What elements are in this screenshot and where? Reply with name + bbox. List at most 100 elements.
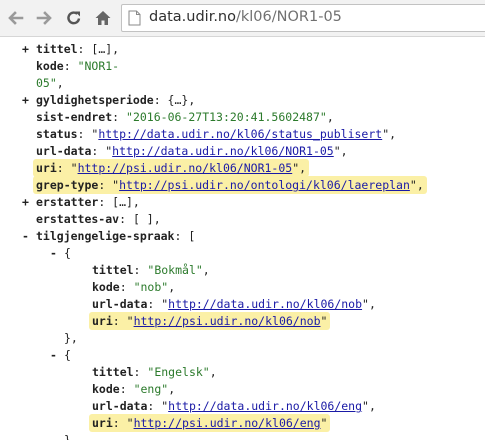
json-punct: : {…}, bbox=[153, 93, 196, 107]
json-key: url-data bbox=[92, 399, 148, 413]
json-key: sist-endret bbox=[36, 110, 113, 124]
json-line-text: tittel: "Engelsk", bbox=[92, 364, 217, 381]
json-punct: : bbox=[112, 110, 127, 124]
expand-toggle[interactable]: + bbox=[22, 92, 29, 109]
back-arrow-icon bbox=[8, 11, 24, 25]
json-line-text: kode: "eng", bbox=[92, 381, 175, 398]
collapse-toggle[interactable]: - bbox=[22, 228, 29, 245]
json-key: uri bbox=[92, 416, 113, 430]
json-punct: ", bbox=[362, 399, 376, 413]
address-bar[interactable]: data.udir.no/kl06/NOR1-05 bbox=[121, 4, 485, 32]
json-line-text: uri: "http://psi.udir.no/kl06/NOR1-05", bbox=[36, 160, 306, 177]
json-punct: : " bbox=[91, 144, 113, 158]
json-string: "eng" bbox=[133, 382, 169, 396]
json-string: "NOR1- bbox=[77, 59, 120, 73]
forward-button[interactable] bbox=[32, 5, 56, 31]
expand-toggle[interactable]: + bbox=[22, 41, 29, 58]
json-punct: , bbox=[168, 382, 176, 396]
json-punct: }, bbox=[64, 331, 78, 345]
json-punct: , bbox=[168, 280, 176, 294]
json-string: "nob" bbox=[133, 280, 169, 294]
collapse-toggle[interactable]: - bbox=[50, 245, 57, 262]
json-link[interactable]: http://psi.udir.no/kl06/NOR1-05 bbox=[78, 161, 293, 175]
json-link[interactable]: http://data.udir.no/kl06/nob bbox=[168, 297, 362, 311]
reload-button[interactable] bbox=[62, 5, 86, 31]
json-punct: { bbox=[64, 246, 71, 260]
json-punct: : [ ], bbox=[119, 212, 161, 226]
json-key: kode bbox=[92, 382, 120, 396]
json-line-text: { bbox=[64, 347, 71, 364]
json-key: erstattes-av bbox=[36, 212, 120, 226]
json-punct: ", bbox=[333, 144, 348, 158]
json-line-text: uri: "http://psi.udir.no/kl06/eng" bbox=[92, 415, 327, 432]
json-link[interactable]: http://data.udir.no/kl06/eng bbox=[168, 399, 362, 413]
json-punct: " bbox=[320, 416, 328, 430]
json-string: "Bokmål" bbox=[147, 263, 203, 277]
json-punct: : […], bbox=[77, 42, 120, 56]
browser-toolbar: data.udir.no/kl06/NOR1-05 bbox=[0, 0, 485, 37]
home-button[interactable] bbox=[91, 5, 115, 31]
url-text[interactable]: data.udir.no/kl06/NOR1-05 bbox=[149, 9, 342, 25]
json-punct: : " bbox=[98, 178, 120, 192]
json-punct: : bbox=[119, 382, 134, 396]
collapse-toggle[interactable]: - bbox=[50, 347, 57, 364]
json-string: 05" bbox=[36, 76, 57, 90]
json-key: grep-type bbox=[36, 178, 99, 192]
json-punct: { bbox=[64, 348, 71, 362]
json-link[interactable]: http://psi.udir.no/kl06/eng bbox=[134, 416, 321, 430]
json-link[interactable]: http://data.udir.no/kl06/status_publiser… bbox=[98, 127, 382, 141]
json-punct: , bbox=[56, 76, 64, 90]
json-punct: : [ bbox=[174, 229, 196, 243]
json-link[interactable]: http://data.udir.no/kl06/NOR1-05 bbox=[112, 144, 334, 158]
json-key: erstatter bbox=[36, 195, 99, 209]
json-line-text: }, bbox=[64, 330, 78, 347]
json-punct: : " bbox=[56, 161, 78, 175]
json-key: tittel bbox=[36, 42, 78, 56]
json-viewer: + tittel: […], kode: "NOR1- 05", + gyldighets… bbox=[0, 37, 485, 440]
json-punct: : " bbox=[147, 297, 169, 311]
json-key: tittel bbox=[92, 263, 134, 277]
json-link[interactable]: http://psi.udir.no/ontologi/kl06/laerepl… bbox=[119, 178, 410, 192]
json-link[interactable]: http://psi.udir.no/kl06/nob bbox=[134, 314, 321, 328]
json-punct: ", bbox=[409, 178, 424, 192]
json-punct: ", bbox=[382, 127, 397, 141]
json-key: tittel bbox=[92, 365, 134, 379]
reload-icon bbox=[67, 11, 81, 25]
json-line-text: gyldighetsperiode: {…}, bbox=[36, 92, 195, 109]
json-key: tilgjengelige-spraak bbox=[36, 229, 175, 243]
json-punct: : bbox=[119, 280, 134, 294]
json-line-text: url-data: "http://data.udir.no/kl06/nob"… bbox=[92, 296, 376, 313]
json-punct: ", bbox=[292, 161, 307, 175]
json-punct: : " bbox=[147, 399, 169, 413]
json-key: url-data bbox=[36, 144, 92, 158]
json-line-text: grep-type: "http://psi.udir.no/ontologi/… bbox=[36, 177, 424, 194]
json-line-text: tittel: "Bokmål", bbox=[92, 262, 210, 279]
json-string: "Engelsk" bbox=[147, 365, 210, 379]
json-line-text: sist-endret: "2016-06-27T13:20:41.560248… bbox=[36, 109, 334, 126]
json-key: status bbox=[36, 127, 78, 141]
json-punct: , bbox=[202, 263, 210, 277]
json-line-text: url-data: "http://data.udir.no/kl06/eng"… bbox=[92, 398, 376, 415]
expand-toggle[interactable]: + bbox=[22, 194, 29, 211]
back-button[interactable] bbox=[4, 5, 28, 31]
json-line-text: erstattes-av: [ ], bbox=[36, 211, 161, 228]
json-line-text: { bbox=[64, 245, 71, 262]
url-path: /kl06/NOR1-05 bbox=[236, 9, 342, 25]
json-punct: " bbox=[320, 314, 328, 328]
json-line-text: erstatter: […], bbox=[36, 194, 140, 211]
json-punct: , bbox=[326, 110, 334, 124]
forward-arrow-icon bbox=[36, 11, 52, 25]
json-key: kode bbox=[92, 280, 120, 294]
json-line-text: }, bbox=[64, 432, 78, 440]
json-line-text: status: "http://data.udir.no/kl06/status… bbox=[36, 126, 396, 143]
url-host: data.udir.no bbox=[149, 9, 236, 25]
json-key: uri bbox=[36, 161, 57, 175]
json-punct: : " bbox=[112, 416, 134, 430]
json-key: gyldighetsperiode bbox=[36, 93, 154, 107]
json-line-text: tilgjengelige-spraak: [ bbox=[36, 228, 195, 245]
json-line-text: kode: "nob", bbox=[92, 279, 175, 296]
json-key: url-data bbox=[92, 297, 148, 311]
json-line-text: url-data: "http://data.udir.no/kl06/NOR1… bbox=[36, 143, 348, 160]
json-punct: }, bbox=[64, 433, 78, 440]
json-line-text: uri: "http://psi.udir.no/kl06/nob" bbox=[92, 313, 327, 330]
